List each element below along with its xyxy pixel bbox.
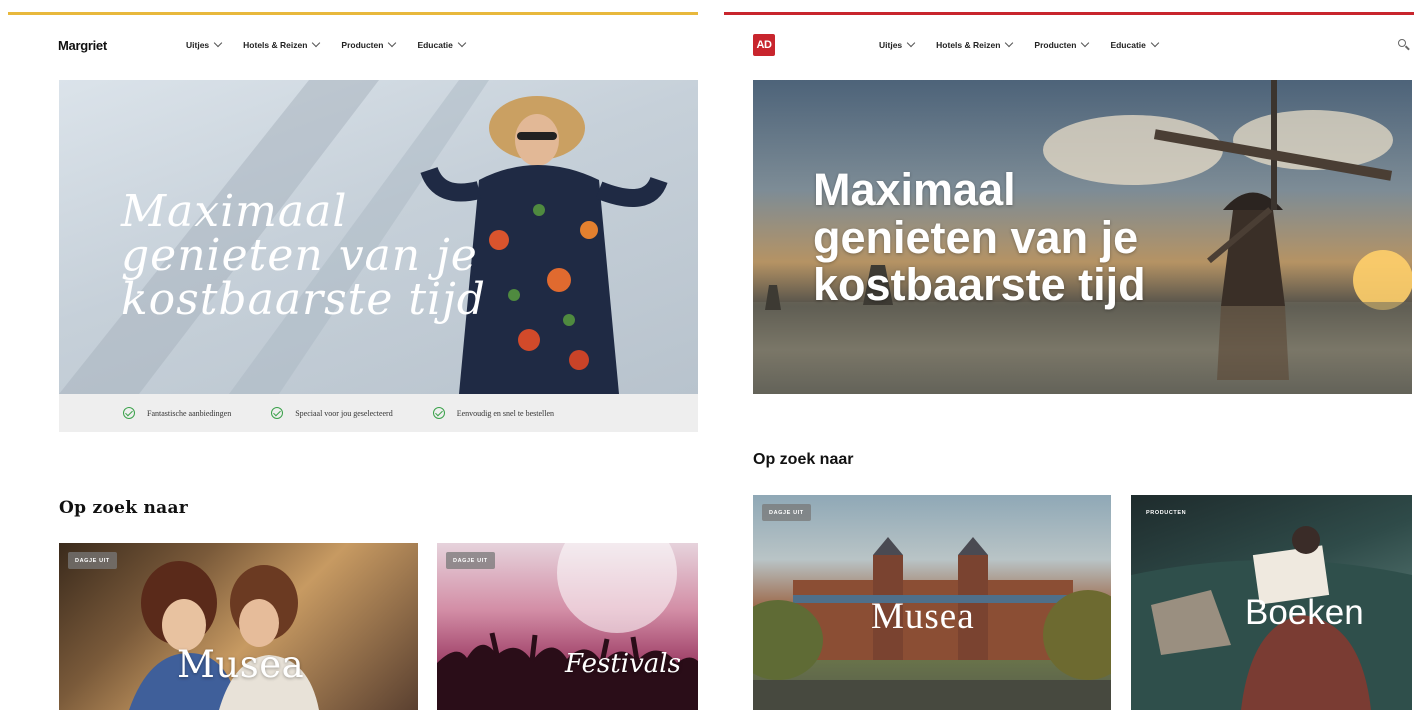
nav-item-producten[interactable]: Producten xyxy=(341,38,397,50)
hero-banner[interactable]: Maximaal genieten van je kostbaarste tij… xyxy=(753,80,1412,394)
check-circle-icon xyxy=(271,407,284,419)
nav-item-educatie[interactable]: Educatie xyxy=(1110,38,1160,50)
brand-accent-bar xyxy=(8,12,698,15)
hero-title: Maximaal genieten van je kostbaarste tij… xyxy=(121,186,486,325)
nav-item-hotels-reizen[interactable]: Hotels & Reizen xyxy=(936,38,1014,50)
hero-title: Maximaal genieten van je kostbaarste tij… xyxy=(813,164,1146,311)
main-menu: Uitjes Hotels & Reizen Producten Educati… xyxy=(186,38,487,50)
ad-page: AD Uitjes Hotels & Reizen Producten Educ… xyxy=(720,0,1419,710)
card-title: Festivals xyxy=(565,649,681,679)
usp-item: Speciaal voor jou geselecteerd xyxy=(271,407,393,419)
section-title: Op zoek naar xyxy=(59,498,189,518)
chevron-down-icon xyxy=(1081,38,1090,48)
check-circle-icon xyxy=(123,407,135,419)
category-card-musea[interactable]: DAGJE UIT Musea xyxy=(59,543,418,710)
card-title: Boeken xyxy=(1245,593,1364,632)
main-menu: Uitjes Hotels & Reizen Producten Educati… xyxy=(879,38,1180,50)
chevron-down-icon xyxy=(312,38,321,48)
nav-item-educatie[interactable]: Educatie xyxy=(417,38,467,50)
chevron-down-icon xyxy=(213,38,223,48)
category-badge: DAGJE UIT xyxy=(762,504,811,521)
header-nav: AD Uitjes Hotels & Reizen Producten Educ… xyxy=(753,32,1415,58)
section-title: Op zoek naar xyxy=(753,451,854,468)
category-card-musea[interactable]: DAGJE UIT Musea xyxy=(753,495,1111,710)
chevron-down-icon xyxy=(906,38,916,48)
usp-item: Eenvoudig en snel te bestellen xyxy=(432,407,554,419)
card-title: Musea xyxy=(871,596,975,637)
header-nav: Margriet Uitjes Hotels & Reizen Producte… xyxy=(58,32,698,58)
nav-item-producten[interactable]: Producten xyxy=(1034,38,1090,50)
chevron-down-icon xyxy=(388,38,397,48)
category-card-festivals[interactable]: DAGJE UIT Festivals xyxy=(437,543,698,710)
usp-item: Fantastische aanbiedingen xyxy=(123,407,231,419)
chevron-down-icon xyxy=(1150,38,1160,48)
usp-bar: Fantastische aanbiedingen Speciaal voor … xyxy=(59,394,698,432)
check-circle-icon xyxy=(432,407,445,419)
margriet-logo[interactable]: Margriet xyxy=(58,38,168,53)
category-badge: PRODUCTEN xyxy=(1146,509,1187,516)
brand-accent-bar xyxy=(724,12,1414,15)
nav-item-hotels-reizen[interactable]: Hotels & Reizen xyxy=(243,38,321,50)
category-badge: DAGJE UIT xyxy=(446,552,495,569)
hero-banner[interactable]: Maximaal genieten van je kostbaarste tij… xyxy=(59,80,698,394)
chevron-down-icon xyxy=(457,38,467,48)
margriet-page: Margriet Uitjes Hotels & Reizen Producte… xyxy=(0,0,700,710)
nav-item-uitjes[interactable]: Uitjes xyxy=(879,38,916,50)
card-title: Musea xyxy=(177,643,305,686)
chevron-down-icon xyxy=(1005,38,1014,48)
category-badge: DAGJE UIT xyxy=(68,552,117,569)
ad-logo[interactable]: AD xyxy=(753,34,775,56)
nav-item-uitjes[interactable]: Uitjes xyxy=(186,38,223,50)
search-icon[interactable] xyxy=(1397,38,1411,52)
category-card-boeken[interactable]: PRODUCTEN Boeken xyxy=(1131,495,1412,710)
